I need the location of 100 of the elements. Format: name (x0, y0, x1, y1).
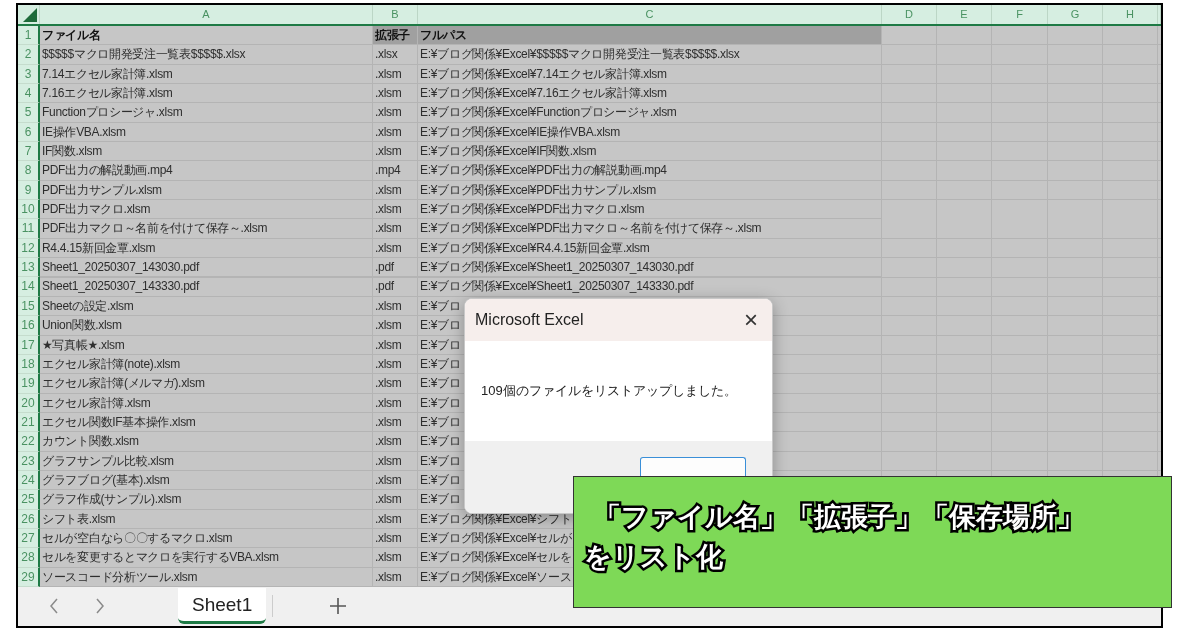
table-cell: E:¥ブログ関係¥Excel¥PDF出力マクロ～名前を付けて保存～.xlsm (418, 219, 882, 239)
row-header[interactable]: 29 (18, 567, 40, 587)
table-cell: .xlsm (373, 374, 418, 394)
sheet-tab[interactable]: Sheet1 (178, 588, 267, 625)
column-header[interactable]: D (882, 5, 937, 24)
row-header[interactable]: 9 (18, 180, 40, 201)
table-cell: エクセル家計簿(note).xlsm (40, 354, 373, 375)
table-cell: .xlsm (373, 200, 418, 220)
row-header[interactable]: 10 (18, 200, 40, 220)
table-cell: グラフブログ(基本).xlsm (40, 470, 373, 491)
table-cell: .xlsm (373, 528, 418, 549)
column-header[interactable]: B (373, 5, 418, 24)
table-cell: E:¥ブログ関係¥Excel¥Functionプロシージャ.xlsm (418, 103, 882, 123)
table-cell: .xlsm (373, 316, 418, 336)
table-cell: .xlsm (373, 470, 418, 491)
table-cell: .xlsm (373, 180, 418, 201)
table-cell: E:¥ブログ関係¥Excel¥PDF出力の解説動画.mp4 (418, 161, 882, 181)
column-header[interactable]: G (1048, 5, 1103, 24)
row-header[interactable]: 3 (18, 64, 40, 85)
table-cell: $$$$$マクロ開発受注一覧表$$$$$.xlsx (40, 45, 373, 65)
table-cell: .pdf (373, 258, 418, 278)
column-header[interactable]: F (992, 5, 1048, 24)
table-cell: E:¥ブログ関係¥Excel¥7.14エクセル家計簿.xlsm (418, 64, 882, 85)
row-header[interactable]: 19 (18, 374, 40, 394)
table-cell: フルパス (418, 26, 882, 46)
row-header[interactable]: 8 (18, 161, 40, 181)
table-cell: PDF出力マクロ.xlsm (40, 200, 373, 220)
table-cell: .mp4 (373, 161, 418, 181)
table-cell: .xlsx (373, 45, 418, 65)
table-cell: E:¥ブログ関係¥Excel¥Sheet1_20250307_143030.pdf (418, 258, 882, 278)
table-cell: 拡張子 (373, 26, 418, 46)
table-cell: .xlsm (373, 354, 418, 375)
ok-button[interactable] (640, 457, 746, 476)
table-cell: E:¥ブログ関係¥Excel¥IE操作VBA.xlsm (418, 122, 882, 143)
table-cell: .xlsm (373, 103, 418, 123)
row-header[interactable]: 7 (18, 142, 40, 162)
table-cell: .xlsm (373, 451, 418, 471)
table-cell: エクセル関数IF基本操作.xlsm (40, 412, 373, 433)
row-header[interactable]: 11 (18, 219, 40, 239)
table-cell: ソースコード分析ツール.xlsm (40, 567, 373, 587)
table-cell: 7.14エクセル家計簿.xlsm (40, 64, 373, 85)
table-cell: E:¥ブログ関係¥Excel¥7.16エクセル家計簿.xlsm (418, 84, 882, 104)
table-cell: E:¥ブログ関係¥Excel¥Sheet1_20250307_143330.pdf (418, 277, 882, 297)
row-header[interactable]: 16 (18, 316, 40, 336)
row-header[interactable]: 18 (18, 354, 40, 375)
row-header[interactable]: 6 (18, 122, 40, 143)
row-header[interactable]: 2 (18, 45, 40, 65)
plus-icon[interactable] (329, 597, 348, 616)
row-header[interactable]: 1 (18, 26, 40, 46)
table-cell: ファイル名 (40, 26, 373, 46)
row-header[interactable]: 26 (18, 509, 40, 529)
table-cell: PDF出力マクロ～名前を付けて保存～.xlsm (40, 219, 373, 239)
table-cell: セルを変更するとマクロを実行するVBA.xlsm (40, 548, 373, 568)
row-header[interactable]: 12 (18, 238, 40, 259)
row-header[interactable]: 4 (18, 84, 40, 104)
table-cell: .xlsm (373, 432, 418, 452)
row-header[interactable]: 17 (18, 335, 40, 355)
table-cell: E:¥ブログ関係¥Excel¥PDF出力サンプル.xlsm (418, 180, 882, 201)
column-header[interactable]: A (40, 5, 373, 24)
column-header[interactable]: E (937, 5, 992, 24)
table-cell: Sheet1_20250307_143030.pdf (40, 258, 373, 278)
row-header[interactable]: 5 (18, 103, 40, 123)
table-cell: .xlsm (373, 509, 418, 529)
table-cell: .xlsm (373, 296, 418, 317)
row-header[interactable]: 24 (18, 470, 40, 491)
row-header[interactable]: 23 (18, 451, 40, 471)
table-cell: .xlsm (373, 335, 418, 355)
table-cell: PDF出力サンプル.xlsm (40, 180, 373, 201)
table-cell: Union関数.xlsm (40, 316, 373, 336)
table-cell: PDF出力の解説動画.mp4 (40, 161, 373, 181)
table-cell: Sheet1_20250307_143330.pdf (40, 277, 373, 297)
table-cell: .xlsm (373, 412, 418, 433)
table-cell: ★写真帳★.xlsm (40, 335, 373, 355)
row-header[interactable]: 14 (18, 277, 40, 297)
row-header[interactable]: 22 (18, 432, 40, 452)
table-cell: .xlsm (373, 84, 418, 104)
row-header[interactable]: 28 (18, 548, 40, 568)
table-cell: セルが空白なら〇〇するマクロ.xlsm (40, 528, 373, 549)
table-cell: .xlsm (373, 219, 418, 239)
table-cell: エクセル家計簿.xlsm (40, 393, 373, 413)
table-cell: .xlsm (373, 490, 418, 510)
table-cell: グラフサンプル比較.xlsm (40, 451, 373, 471)
chevron-right-icon[interactable] (94, 597, 106, 616)
select-all-icon[interactable] (23, 8, 37, 22)
chevron-left-icon[interactable] (48, 597, 60, 616)
column-header[interactable]: C (418, 5, 882, 24)
column-header[interactable]: H (1103, 5, 1158, 24)
row-header[interactable]: 20 (18, 393, 40, 413)
table-cell: E:¥ブログ関係¥Excel¥PDF出力マクロ.xlsm (418, 200, 882, 220)
row-header[interactable]: 15 (18, 296, 40, 317)
table-cell: E:¥ブログ関係¥Excel¥IF関数.xlsm (418, 142, 882, 162)
row-header[interactable]: 25 (18, 490, 40, 510)
row-header[interactable]: 13 (18, 258, 40, 278)
row-header[interactable]: 21 (18, 412, 40, 433)
table-cell: Sheetの設定.xlsm (40, 296, 373, 317)
row-header[interactable]: 27 (18, 528, 40, 549)
table-cell: R4.4.15新回金覃.xlsm (40, 238, 373, 259)
table-cell: E:¥ブログ関係¥Excel¥$$$$$マクロ開発受注一覧表$$$$$.xlsx (418, 45, 882, 65)
table-cell: .xlsm (373, 64, 418, 85)
table-cell: IF関数.xlsm (40, 142, 373, 162)
